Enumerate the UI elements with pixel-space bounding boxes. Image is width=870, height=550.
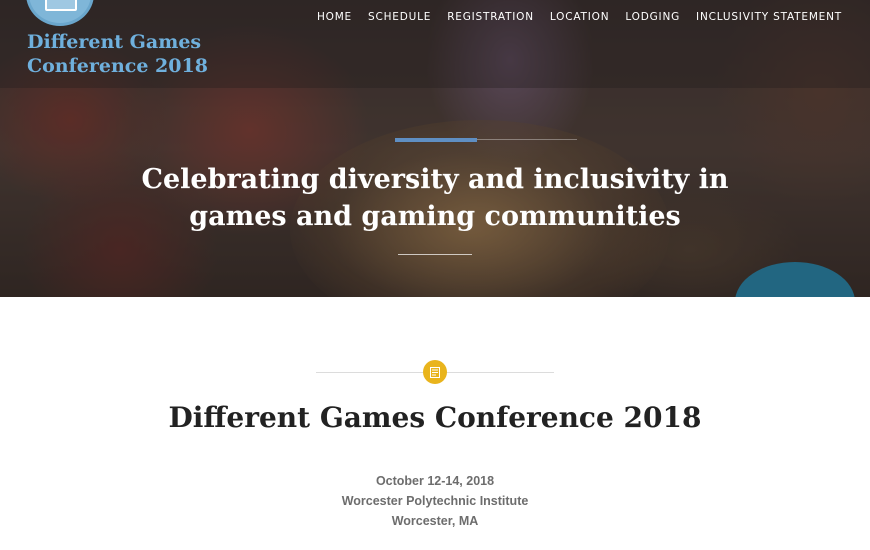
nav-item-location[interactable]: LOCATION bbox=[542, 11, 617, 23]
event-venue: Worcester Polytechnic Institute bbox=[341, 494, 529, 508]
hero-headline-line1: Celebrating diversity and inclusivity in bbox=[141, 164, 729, 195]
event-date: October 12-14, 2018 bbox=[375, 474, 495, 488]
hero-banner: Different Games Conference 2018 HOME SCH… bbox=[0, 0, 870, 297]
nav-item-home[interactable]: HOME bbox=[309, 11, 360, 23]
site-title-line1: Different Games bbox=[27, 31, 202, 53]
event-city: Worcester, MA bbox=[391, 514, 479, 528]
nav-item-registration[interactable]: REGISTRATION bbox=[439, 11, 542, 23]
site-title-link[interactable]: Different Games Conference 2018 bbox=[27, 30, 227, 78]
nav-item-schedule[interactable]: SCHEDULE bbox=[360, 11, 439, 23]
hero-accent-bar bbox=[395, 138, 477, 142]
nav-item-lodging[interactable]: LODGING bbox=[617, 11, 688, 23]
event-details: October 12-14, 2018 Worcester Polytechni… bbox=[0, 471, 870, 531]
hero-underline bbox=[398, 254, 472, 255]
site-title-line2: Conference 2018 bbox=[27, 55, 208, 77]
hero-headline: Celebrating diversity and inclusivity in… bbox=[110, 161, 760, 235]
main-navigation: HOME SCHEDULE REGISTRATION LOCATION LODG… bbox=[309, 11, 842, 23]
document-icon bbox=[423, 360, 447, 384]
hero-accent-line bbox=[477, 139, 577, 140]
nav-item-inclusivity-statement[interactable]: INCLUSIVITY STATEMENT bbox=[688, 11, 842, 23]
hero-headline-line2: games and gaming communities bbox=[189, 201, 681, 232]
post-title: Different Games Conference 2018 bbox=[168, 401, 702, 434]
logo-emblem bbox=[45, 0, 77, 11]
